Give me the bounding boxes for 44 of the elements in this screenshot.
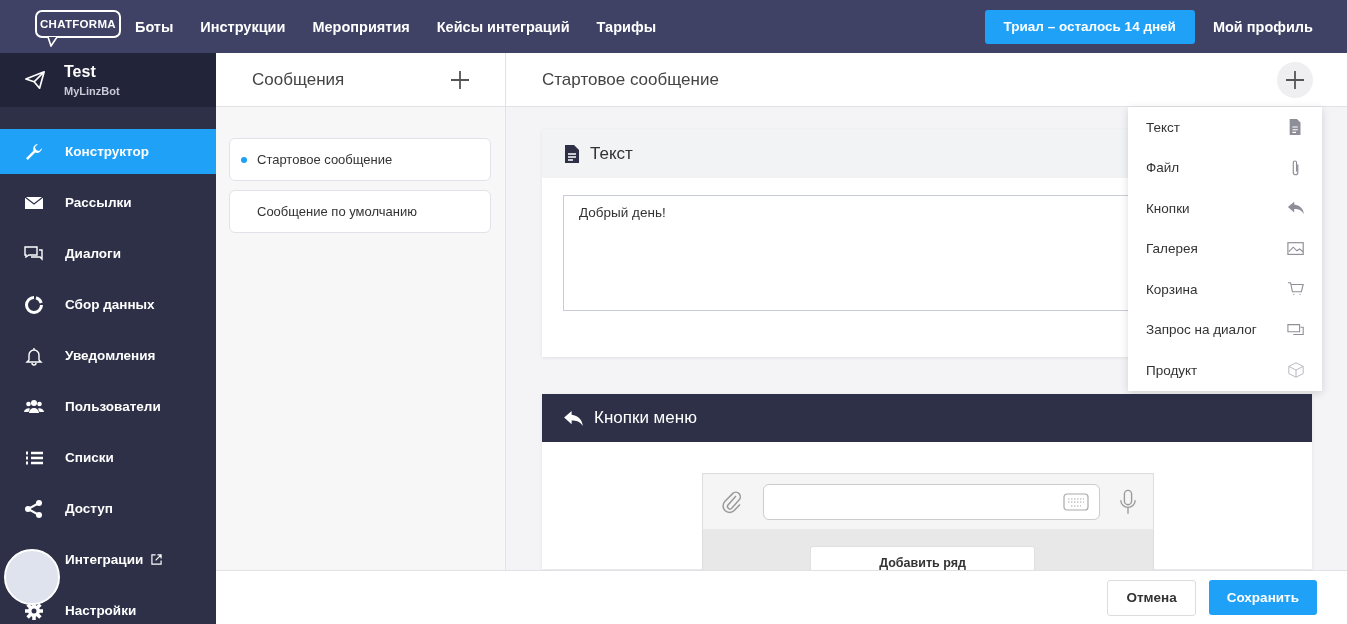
plus-icon [1286, 70, 1304, 89]
sidebar-item[interactable]: Уведомления [0, 333, 216, 378]
menu-item[interactable]: Файл [1128, 147, 1322, 188]
nav-link[interactable]: Боты [134, 18, 174, 35]
sidebar-item[interactable]: Списки [0, 435, 216, 480]
keyboard-icon [1063, 492, 1089, 511]
reply-arrow-icon [564, 410, 583, 426]
menu-item[interactable]: Продукт [1128, 350, 1322, 391]
profile-link[interactable]: Мой профиль [1212, 18, 1313, 35]
bot-name: Test [64, 63, 97, 81]
add-button[interactable] [1277, 61, 1313, 98]
menu-item[interactable]: Запрос на диалог [1128, 309, 1322, 350]
message-list-item[interactable]: Сообщение по умолчанию [229, 190, 491, 233]
bot-username: MyLinzBot [64, 85, 120, 97]
avatar-picture[interactable] [4, 549, 60, 605]
image-icon [1287, 239, 1305, 258]
ring-chart-icon [24, 294, 44, 315]
wrench-icon [24, 141, 44, 162]
panel-title: Стартовое сообщение [542, 69, 719, 90]
paper-plane-icon [24, 69, 46, 91]
add-row-button[interactable]: Добавить ряд [810, 546, 1035, 570]
cancel-button[interactable]: Отмена [1107, 579, 1196, 616]
sidebar-item[interactable]: Рассылки [0, 180, 216, 225]
sidebar-item[interactable]: Сбор данных [0, 282, 216, 327]
card-title: Текст [590, 143, 633, 164]
sidebar-item[interactable]: Пользователи [0, 384, 216, 429]
share-icon [24, 498, 44, 519]
card-title: Кнопки меню [594, 408, 697, 428]
nav-link[interactable]: Тарифы [596, 18, 656, 35]
box-icon [1287, 361, 1305, 380]
chat-bubbles-icon [24, 243, 44, 264]
menu-item[interactable]: Текст [1128, 107, 1322, 148]
nav-link[interactable]: Инструкции [200, 18, 286, 35]
nav-link[interactable]: Мероприятия [312, 18, 410, 35]
nav-link[interactable]: Кейсы интеграций [436, 18, 570, 35]
microphone-icon [1119, 488, 1137, 515]
document-icon [565, 144, 579, 163]
sidebar-item[interactable]: Диалоги [0, 231, 216, 276]
sidebar-item[interactable]: Доступ [0, 486, 216, 531]
paperclip-icon [720, 489, 744, 514]
add-icon[interactable] [451, 70, 469, 89]
bell-icon [24, 345, 44, 366]
panel-title: Сообщения [252, 69, 345, 90]
message-list-item[interactable]: Стартовое сообщение [229, 138, 491, 181]
